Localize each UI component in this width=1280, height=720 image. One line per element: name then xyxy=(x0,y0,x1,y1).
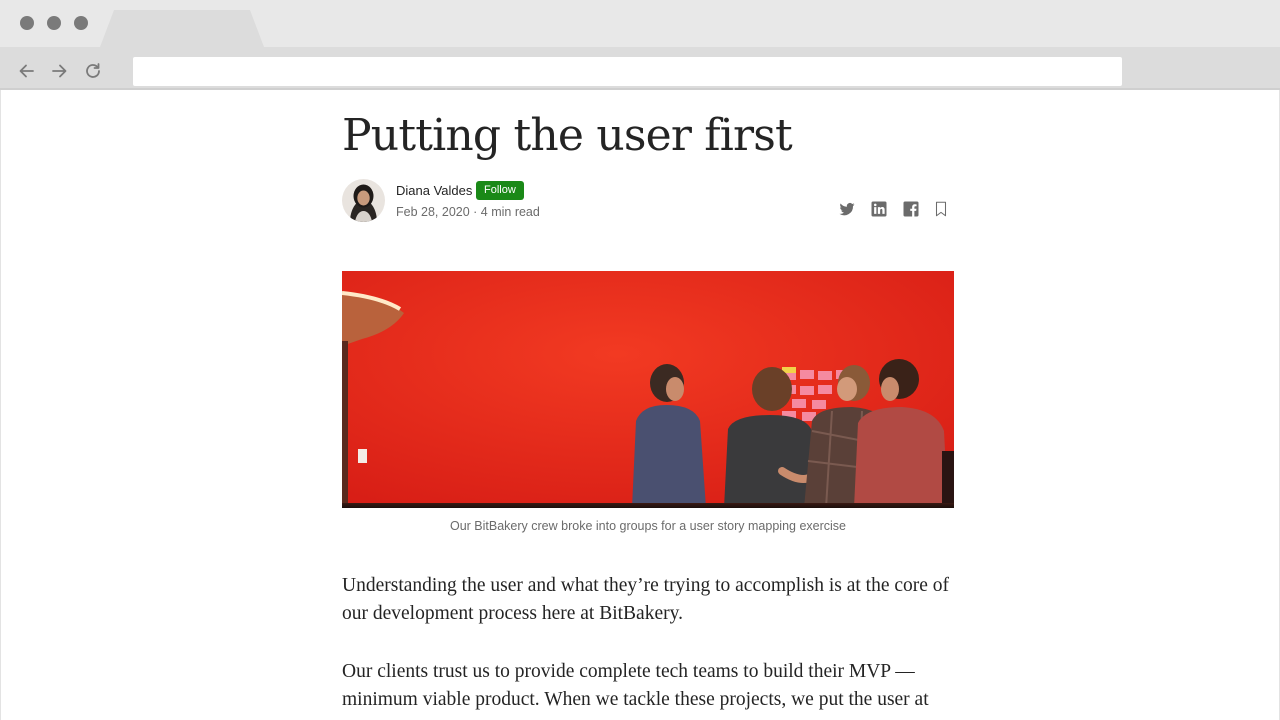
facebook-icon[interactable] xyxy=(902,200,920,218)
linkedin-icon[interactable] xyxy=(870,200,888,218)
browser-tab[interactable] xyxy=(100,10,264,47)
reload-icon[interactable] xyxy=(83,61,103,81)
twitter-icon[interactable] xyxy=(838,200,856,218)
author-name[interactable]: Diana Valdes xyxy=(396,183,472,198)
paragraph: Our clients trust us to provide complete… xyxy=(342,661,929,710)
window-zoom-dot[interactable] xyxy=(74,16,88,30)
url-bar[interactable] xyxy=(133,57,1122,86)
hero-image xyxy=(342,271,954,508)
avatar[interactable] xyxy=(342,179,385,222)
browser-tab-bar xyxy=(0,0,1280,47)
window-close-dot[interactable] xyxy=(20,16,34,30)
arrow-left-icon[interactable] xyxy=(17,61,37,81)
window-minimize-dot[interactable] xyxy=(47,16,61,30)
follow-button[interactable]: Follow xyxy=(476,181,524,200)
bookmark-icon[interactable] xyxy=(932,200,950,218)
arrow-right-icon[interactable] xyxy=(49,61,69,81)
article-meta: Feb 28, 2020 · 4 min read xyxy=(396,205,540,219)
page-edge-left xyxy=(0,90,1,720)
article-title: Putting the user first xyxy=(342,110,793,161)
hero-caption: Our BitBakery crew broke into groups for… xyxy=(449,519,846,533)
paragraph: Understanding the user and what they’re … xyxy=(342,575,950,624)
browser-toolbar xyxy=(0,47,1280,90)
